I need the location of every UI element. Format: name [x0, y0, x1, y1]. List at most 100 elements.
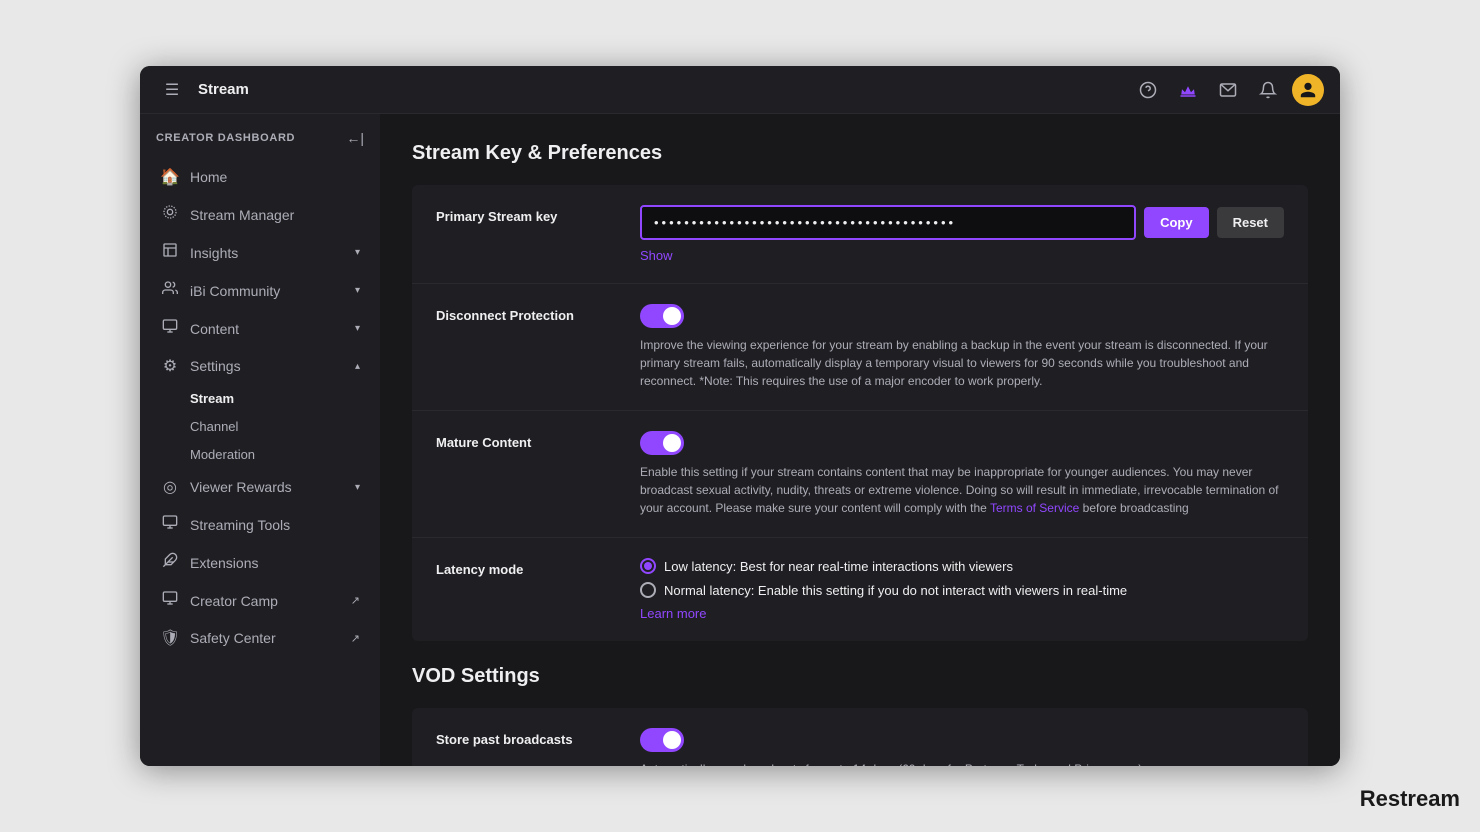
mature-content-slider — [640, 431, 684, 455]
stream-key-input[interactable] — [640, 205, 1136, 240]
sidebar-streaming-tools-label: Streaming Tools — [190, 517, 360, 533]
store-broadcasts-slider — [640, 728, 684, 752]
sidebar-community-label: iBi Community — [190, 283, 345, 299]
mature-content-description: Enable this setting if your stream conta… — [640, 463, 1284, 517]
streaming-tools-icon — [160, 514, 180, 535]
mail-icon-button[interactable] — [1212, 74, 1244, 106]
store-broadcasts-row: Store past broadcasts Automatically save… — [412, 708, 1308, 766]
store-broadcasts-label: Store past broadcasts — [436, 728, 616, 747]
hamburger-menu-button[interactable]: ☰ — [156, 74, 188, 106]
creator-camp-icon — [160, 590, 180, 611]
sidebar-creator-camp-label: Creator Camp — [190, 593, 341, 609]
community-chevron-icon: ▾ — [355, 285, 360, 296]
sidebar: CREATOR DASHBOARD ←| 🏠 Home Stream Manag… — [140, 114, 380, 766]
sidebar-item-home[interactable]: 🏠 Home — [144, 159, 376, 195]
main-content: Stream Key & Preferences Primary Stream … — [380, 114, 1340, 766]
disconnect-protection-row: Disconnect Protection Improve the viewin… — [412, 284, 1308, 411]
restream-watermark: Restream — [1360, 786, 1460, 812]
disconnect-protection-label: Disconnect Protection — [436, 304, 616, 323]
viewer-rewards-chevron-icon: ▾ — [355, 482, 360, 493]
stream-key-content: Copy Reset Show — [640, 205, 1284, 263]
stream-key-label: Primary Stream key — [436, 205, 616, 224]
disconnect-protection-toggle-row — [640, 304, 1284, 328]
sidebar-item-viewer-rewards[interactable]: ◎ Viewer Rewards ▾ — [144, 469, 376, 505]
disconnect-slider — [640, 304, 684, 328]
latency-normal-label: Normal latency: Enable this setting if y… — [664, 583, 1127, 598]
mature-content-toggle[interactable] — [640, 431, 684, 455]
user-avatar-button[interactable] — [1292, 74, 1324, 106]
latency-mode-label: Latency mode — [436, 558, 616, 577]
sidebar-item-stream[interactable]: Stream — [174, 385, 376, 412]
sidebar-home-label: Home — [190, 169, 360, 185]
learn-more-link[interactable]: Learn more — [640, 606, 1284, 621]
extensions-icon — [160, 552, 180, 573]
sidebar-item-creator-camp[interactable]: Creator Camp ↗ — [144, 582, 376, 619]
sidebar-item-safety-center[interactable]: 🛡 Safety Center ↗ — [144, 620, 376, 656]
mature-content-toggle-row — [640, 431, 1284, 455]
mature-content-content: Enable this setting if your stream conta… — [640, 431, 1284, 517]
settings-subnav: Stream Channel Moderation — [170, 385, 380, 468]
sidebar-viewer-rewards-label: Viewer Rewards — [190, 479, 345, 495]
title-bar-left: ☰ Stream — [156, 74, 1132, 106]
latency-normal-option[interactable]: Normal latency: Enable this setting if y… — [640, 582, 1284, 598]
terms-of-service-link[interactable]: Terms of Service — [990, 501, 1079, 515]
sidebar-item-channel[interactable]: Channel — [174, 413, 376, 440]
sidebar-item-content[interactable]: Content ▾ — [144, 310, 376, 347]
moderation-sub-label: Moderation — [190, 447, 255, 462]
stream-key-preferences-card: Primary Stream key Copy Reset Show Disco… — [412, 185, 1308, 641]
community-icon — [160, 280, 180, 301]
vod-settings-card: Store past broadcasts Automatically save… — [412, 708, 1308, 766]
disconnect-protection-toggle[interactable] — [640, 304, 684, 328]
store-broadcasts-toggle-row — [640, 728, 1284, 752]
crown-icon-button[interactable] — [1172, 74, 1204, 106]
sidebar-collapse-button[interactable]: ←| — [346, 130, 364, 146]
latency-mode-content: Low latency: Best for near real-time int… — [640, 558, 1284, 621]
vod-settings-title: VOD Settings — [412, 665, 1308, 688]
sidebar-settings-label: Settings — [190, 358, 345, 374]
settings-chevron-icon: ▴ — [355, 361, 360, 372]
stream-sub-label: Stream — [190, 391, 234, 406]
insights-icon — [160, 242, 180, 263]
sidebar-header: CREATOR DASHBOARD ←| — [140, 122, 380, 158]
safety-center-ext-icon: ↗ — [351, 632, 360, 645]
show-key-link[interactable]: Show — [640, 248, 1284, 263]
mature-content-row: Mature Content Enable this setting if yo… — [412, 411, 1308, 538]
app-title: Stream — [198, 81, 249, 98]
reset-button[interactable]: Reset — [1217, 207, 1284, 238]
sidebar-item-settings[interactable]: ⚙ Settings ▴ — [144, 348, 376, 384]
stream-key-input-row: Copy Reset — [640, 205, 1284, 240]
creator-camp-ext-icon: ↗ — [351, 594, 360, 607]
help-icon-button[interactable] — [1132, 74, 1164, 106]
store-broadcasts-toggle[interactable] — [640, 728, 684, 752]
content-icon — [160, 318, 180, 339]
primary-stream-key-row: Primary Stream key Copy Reset Show — [412, 185, 1308, 284]
sidebar-extensions-label: Extensions — [190, 555, 360, 571]
copy-button[interactable]: Copy — [1144, 207, 1209, 238]
home-icon: 🏠 — [160, 167, 180, 187]
sidebar-stream-manager-label: Stream Manager — [190, 207, 360, 223]
safety-center-icon: 🛡 — [160, 628, 180, 648]
settings-icon: ⚙ — [160, 356, 180, 376]
latency-low-option[interactable]: Low latency: Best for near real-time int… — [640, 558, 1284, 574]
disconnect-protection-description: Improve the viewing experience for your … — [640, 336, 1284, 390]
latency-low-radio — [640, 558, 656, 574]
sidebar-item-stream-manager[interactable]: Stream Manager — [144, 196, 376, 233]
sidebar-insights-label: Insights — [190, 245, 345, 261]
latency-mode-row: Latency mode Low latency: Best for near … — [412, 538, 1308, 641]
insights-chevron-icon: ▾ — [355, 247, 360, 258]
store-broadcasts-description: Automatically save broadcasts for up to … — [640, 760, 1284, 766]
stream-manager-icon — [160, 204, 180, 225]
app-window: ☰ Stream CREATOR DASHBOARD — [140, 66, 1340, 766]
sidebar-item-community[interactable]: iBi Community ▾ — [144, 272, 376, 309]
sidebar-item-streaming-tools[interactable]: Streaming Tools — [144, 506, 376, 543]
latency-normal-radio — [640, 582, 656, 598]
sidebar-item-extensions[interactable]: Extensions — [144, 544, 376, 581]
sidebar-item-moderation[interactable]: Moderation — [174, 441, 376, 468]
sidebar-safety-center-label: Safety Center — [190, 630, 341, 646]
latency-low-label: Low latency: Best for near real-time int… — [664, 559, 1013, 574]
notifications-icon-button[interactable] — [1252, 74, 1284, 106]
sidebar-item-insights[interactable]: Insights ▾ — [144, 234, 376, 271]
disconnect-protection-content: Improve the viewing experience for your … — [640, 304, 1284, 390]
viewer-rewards-icon: ◎ — [160, 477, 180, 497]
title-bar-right — [1132, 74, 1324, 106]
